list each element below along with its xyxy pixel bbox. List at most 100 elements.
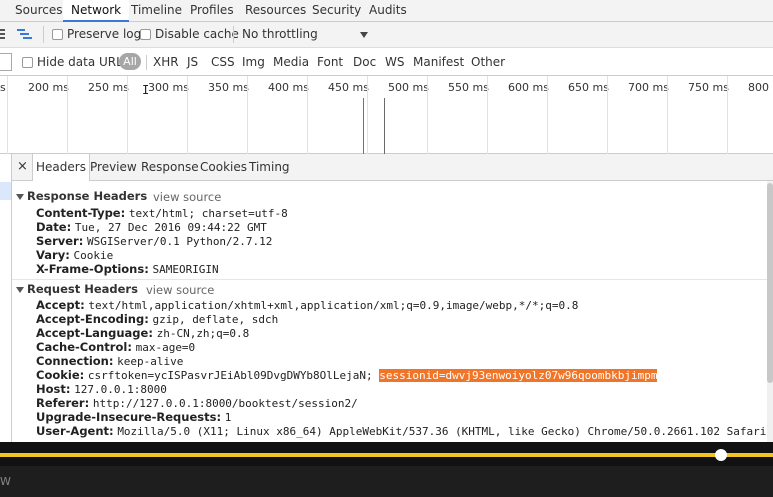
gridline [367, 76, 368, 154]
response-headers-section[interactable]: Response Headers [16, 189, 147, 203]
throttling-value: No throttling [242, 27, 318, 41]
video-controls: W [0, 466, 773, 497]
list-view-icon[interactable] [0, 28, 6, 40]
filter-xhr[interactable]: XHR [153, 55, 179, 69]
header-row: Cache-Control: max-age=0 [36, 340, 196, 354]
seek-handle[interactable] [715, 449, 727, 461]
filter-js[interactable]: JS [187, 55, 198, 69]
header-row: Content-Type: text/html; charset=utf-8 [36, 206, 288, 220]
disable-cache-label: Disable cache [155, 27, 239, 41]
header-row: Referer: http://127.0.0.1:8000/booktest/… [36, 396, 358, 410]
response-view-source-link[interactable]: view source [153, 190, 221, 204]
gridline [67, 76, 68, 154]
expand-triangle-icon [16, 193, 24, 200]
filter-font[interactable]: Font [317, 55, 343, 69]
filter-media[interactable]: Media [273, 55, 309, 69]
gridline [487, 76, 488, 154]
scrollbar-thumb[interactable] [767, 183, 773, 383]
gridline [667, 76, 668, 154]
timeline-tick: s [0, 81, 6, 94]
gridline [127, 76, 128, 154]
filter-bar: Hide data URLs All XHR JS CSS Img Media … [0, 48, 773, 76]
tab-cookies[interactable]: Cookies [200, 160, 247, 174]
hide-data-urls-checkbox[interactable] [22, 57, 33, 68]
request-headers-title: Request Headers [27, 282, 138, 296]
header-row: User-Agent: Mozilla/5.0 (X11; Linux x86_… [36, 424, 773, 438]
waterfall-view-icon[interactable] [17, 28, 33, 40]
timeline-tick: 550 ms [448, 81, 489, 94]
selected-request-row[interactable] [0, 182, 11, 200]
timeline-overview[interactable]: s 200 ms 250 ms I 300 ms 350 ms 400 ms 4… [0, 76, 773, 154]
gridline [727, 76, 728, 154]
tab-response[interactable]: Response [141, 160, 199, 174]
timeline-tick: 200 ms [28, 81, 69, 94]
tab-audits[interactable]: Audits [369, 0, 407, 21]
tab-profiles[interactable]: Profiles [190, 0, 234, 21]
response-headers-title: Response Headers [27, 189, 148, 203]
dropdown-arrow-icon [360, 32, 368, 38]
corner-text: W [0, 475, 11, 488]
tab-preview[interactable]: Preview [90, 160, 137, 174]
filter-img[interactable]: Img [242, 55, 265, 69]
tab-network[interactable]: Network [63, 0, 130, 22]
header-row: Accept: text/html,application/xhtml+xml,… [36, 298, 579, 312]
timeline-tick: 500 ms [388, 81, 429, 94]
headers-panel: Response Headers view source Content-Typ… [12, 181, 773, 442]
timeline-tick: 700 ms [628, 81, 669, 94]
scrollbar[interactable] [767, 181, 773, 442]
tab-sources[interactable]: Sources [15, 0, 62, 21]
gridline [247, 76, 248, 154]
header-row: Connection: keep-alive [36, 354, 184, 368]
disable-cache-checkbox[interactable] [140, 29, 151, 40]
filter-all-button[interactable]: All [119, 53, 141, 70]
timeline-tick: 300 ms [148, 81, 189, 94]
header-row: Date: Tue, 27 Dec 2016 09:44:22 GMT [36, 220, 267, 234]
gridline [187, 76, 188, 154]
tab-resources[interactable]: Resources [245, 0, 306, 21]
header-row: X-Frame-Options: SAMEORIGIN [36, 262, 219, 276]
toolbar-divider [43, 26, 44, 43]
request-headers-section[interactable]: Request Headers [16, 282, 138, 296]
tab-timeline[interactable]: Timeline [131, 0, 182, 21]
filter-ws[interactable]: WS [385, 55, 404, 69]
request-view-source-link[interactable]: view source [146, 283, 214, 297]
filter-doc[interactable]: Doc [353, 55, 376, 69]
timeline-tick: 350 ms [208, 81, 249, 94]
timeline-tick: 400 ms [268, 81, 309, 94]
video-seek-bar[interactable] [0, 442, 773, 466]
highlighted-sessionid[interactable]: sessionid=dwvj93enwoiyolz07w96qoombkbjim… [379, 369, 658, 382]
filter-css[interactable]: CSS [211, 55, 235, 69]
timeline-tick: 800 [748, 81, 769, 94]
filter-other[interactable]: Other [471, 55, 505, 69]
dom-content-loaded-marker [384, 98, 385, 154]
hide-data-urls-label: Hide data URLs [37, 55, 130, 69]
throttling-select[interactable]: No throttling [242, 26, 370, 44]
gridline [307, 76, 308, 154]
gridline [7, 76, 8, 154]
gridline [427, 76, 428, 154]
close-icon[interactable]: × [17, 159, 28, 174]
tab-timing[interactable]: Timing [249, 160, 290, 174]
timeline-tick: 450 ms [328, 81, 369, 94]
filter-divider [146, 55, 147, 70]
header-row: Accept-Language: zh-CN,zh;q=0.8 [36, 326, 250, 340]
cookie-header-row: Cookie: csrftoken=ycISPasvrJEiAbl09DvgDW… [36, 368, 658, 382]
header-row: Accept-Encoding: gzip, deflate, sdch [36, 312, 279, 326]
request-detail-tabs: × Headers Preview Response Cookies Timin… [12, 154, 773, 181]
devtools-tab-bar: Sources Network Timeline Profiles Resour… [0, 0, 773, 22]
network-toolbar: Preserve log Disable cache No throttling [0, 22, 773, 48]
preserve-log-checkbox[interactable] [52, 29, 63, 40]
tab-security[interactable]: Security [312, 0, 361, 21]
gridline [547, 76, 548, 154]
filter-input[interactable] [0, 53, 12, 71]
request-list-edge[interactable] [0, 154, 12, 442]
timeline-tick: 650 ms [568, 81, 609, 94]
header-row: Upgrade-Insecure-Requests: 1 [36, 410, 232, 424]
tab-headers[interactable]: Headers [32, 154, 90, 181]
filter-manifest[interactable]: Manifest [413, 55, 464, 69]
header-row: Vary: Cookie [36, 248, 114, 262]
toolbar-divider [233, 26, 234, 43]
preserve-log-label: Preserve log [67, 27, 142, 41]
timeline-tick: 750 ms [688, 81, 729, 94]
timeline-tick: 600 ms [508, 81, 549, 94]
